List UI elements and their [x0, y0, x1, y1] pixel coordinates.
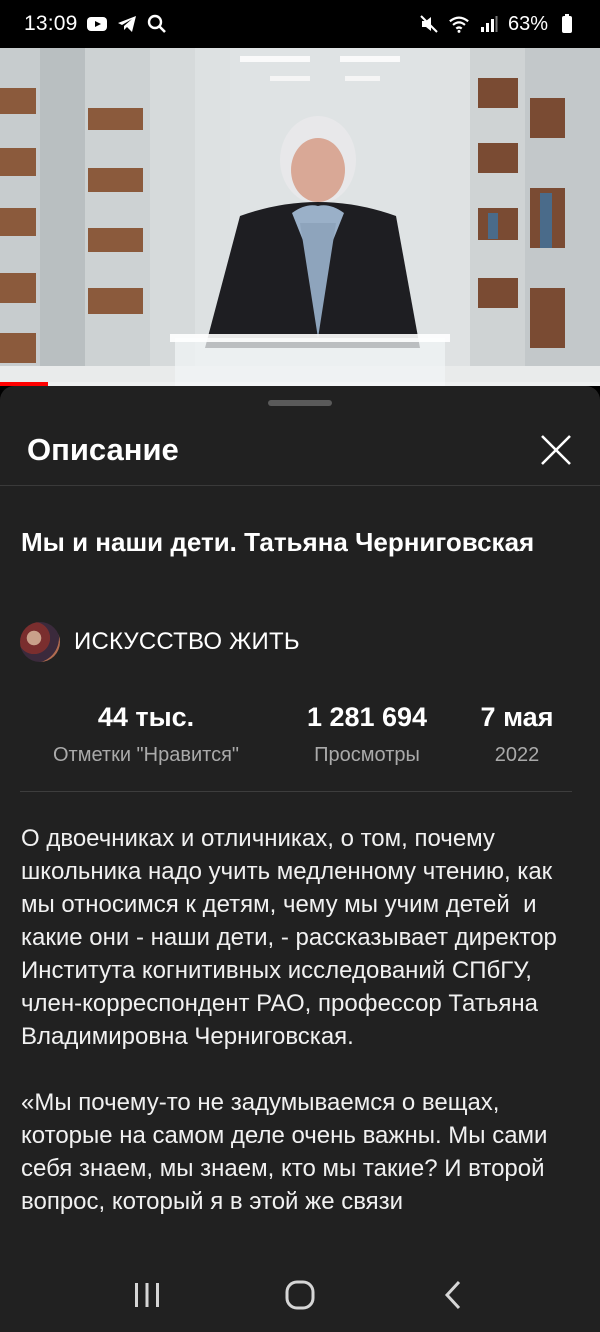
- sheet-title: Описание: [27, 431, 179, 467]
- navigation-bar: [0, 1258, 600, 1332]
- channel-row[interactable]: ИСКУССТВО ЖИТЬ: [20, 622, 300, 662]
- back-button[interactable]: [423, 1265, 483, 1325]
- video-player[interactable]: [0, 48, 600, 386]
- home-button[interactable]: [270, 1265, 330, 1325]
- video-title: Мы и наши дети. Татьяна Черниговская: [21, 527, 535, 557]
- stats-row: 44 тыс. Отметки "Нравится" 1 281 694 Про…: [20, 698, 572, 792]
- date-value: 7 мая: [480, 702, 554, 732]
- recent-apps-button[interactable]: [117, 1265, 177, 1325]
- close-icon: [541, 434, 571, 465]
- close-button[interactable]: [538, 432, 574, 468]
- recent-apps-icon: [134, 1283, 159, 1307]
- battery-percent: 63%: [507, 12, 548, 35]
- bottom-fade: [0, 1226, 600, 1260]
- battery-icon: [556, 13, 578, 35]
- wifi-icon: [448, 13, 470, 35]
- back-icon: [445, 1280, 461, 1310]
- views-value: 1 281 694: [306, 702, 428, 732]
- date-stat: 7 мая 2022: [462, 698, 572, 791]
- channel-avatar[interactable]: [20, 622, 60, 662]
- status-bar: 13:09 63%: [0, 0, 600, 48]
- description-text: О двоечниках и отличниках, о том, почему…: [21, 825, 557, 1215]
- mute-icon: [418, 13, 440, 35]
- status-left: 13:09: [24, 12, 168, 36]
- likes-stat: 44 тыс. Отметки "Нравится": [20, 698, 272, 791]
- description-sheet: Описание Мы и наши дети. Татьяна Черниго…: [0, 386, 600, 1332]
- sheet-header: Описание: [0, 414, 600, 486]
- status-time: 13:09: [24, 12, 78, 35]
- video-frame: [0, 48, 600, 386]
- home-icon: [285, 1280, 315, 1310]
- views-stat: 1 281 694 Просмотры: [282, 698, 452, 791]
- views-label: Просмотры: [314, 744, 420, 766]
- likes-value: 44 тыс.: [97, 702, 195, 732]
- youtube-icon: [86, 13, 108, 35]
- likes-label: Отметки "Нравится": [52, 744, 239, 766]
- telegram-icon: [116, 13, 138, 35]
- drag-handle[interactable]: [268, 400, 332, 406]
- date-label: 2022: [494, 744, 540, 766]
- status-right: 63%: [418, 13, 578, 36]
- signal-icon: [478, 13, 500, 35]
- channel-name[interactable]: ИСКУССТВО ЖИТЬ: [74, 628, 300, 656]
- search-icon: [146, 13, 168, 35]
